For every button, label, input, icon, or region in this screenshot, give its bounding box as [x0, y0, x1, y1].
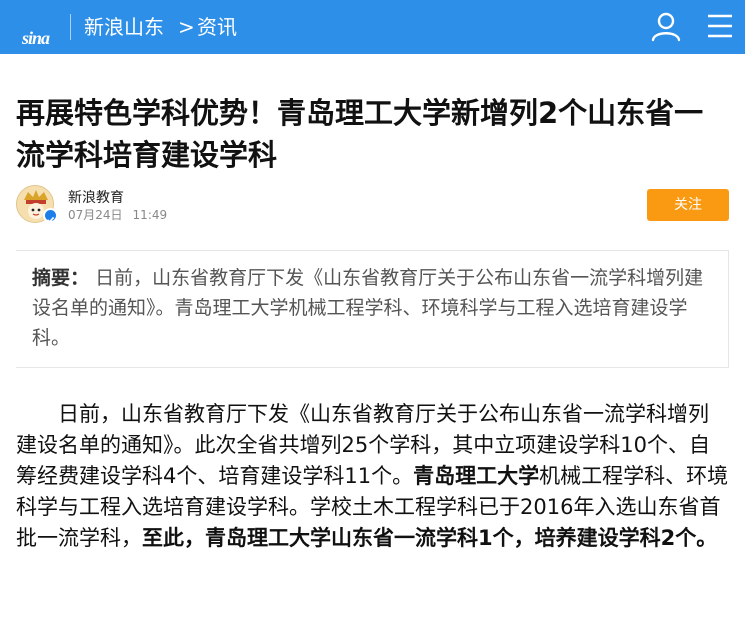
- paragraph-bold-text: 青岛理工大学: [413, 464, 540, 488]
- summary-content: 日前，山东省教育厅下发《山东省教育厅关于公布山东省一流学科增列建设名单的通知》。…: [32, 267, 704, 349]
- summary-text: 摘要： 日前，山东省教育厅下发《山东省教育厅关于公布山东省一流学科增列建设名单的…: [32, 263, 717, 353]
- publish-datetime: 07月24日 11:49: [68, 207, 167, 223]
- nav-divider: [70, 14, 71, 40]
- breadcrumb-site[interactable]: 新浪山东: [84, 14, 164, 40]
- article-title: 再展特色学科优势！青岛理工大学新增列2个山东省一流学科培育建设学科: [16, 96, 704, 172]
- sina-logo-text: sina: [22, 28, 50, 48]
- author-name[interactable]: 新浪教育: [68, 189, 124, 207]
- verified-badge-icon: [43, 208, 58, 223]
- user-icon[interactable]: [650, 10, 682, 42]
- article-paragraph: 日前，山东省教育厅下发《山东省教育厅关于公布山东省一流学科增列建设名单的通知》。…: [16, 399, 729, 554]
- chevron-right-icon: >: [178, 15, 195, 39]
- publish-date: 07月24日: [68, 208, 123, 222]
- publish-time: 11:49: [132, 208, 168, 222]
- article-body: 日前，山东省教育厅下发《山东省教育厅关于公布山东省一流学科增列建设名单的通知》。…: [16, 399, 729, 554]
- menu-icon[interactable]: [705, 12, 735, 40]
- top-nav-bar: sina 新浪山东 > 资讯: [0, 0, 745, 54]
- breadcrumb-section[interactable]: 资讯: [197, 14, 237, 40]
- follow-button[interactable]: 关注: [647, 189, 729, 221]
- paragraph-bold-text: 至此，青岛理工大学山东省一流学科1个，培养建设学科2个。: [142, 526, 718, 550]
- summary-label: 摘要：: [32, 267, 90, 289]
- sina-logo[interactable]: sina: [10, 12, 50, 48]
- summary-box: 摘要： 日前，山东省教育厅下发《山东省教育厅关于公布山东省一流学科增列建设名单的…: [16, 250, 729, 368]
